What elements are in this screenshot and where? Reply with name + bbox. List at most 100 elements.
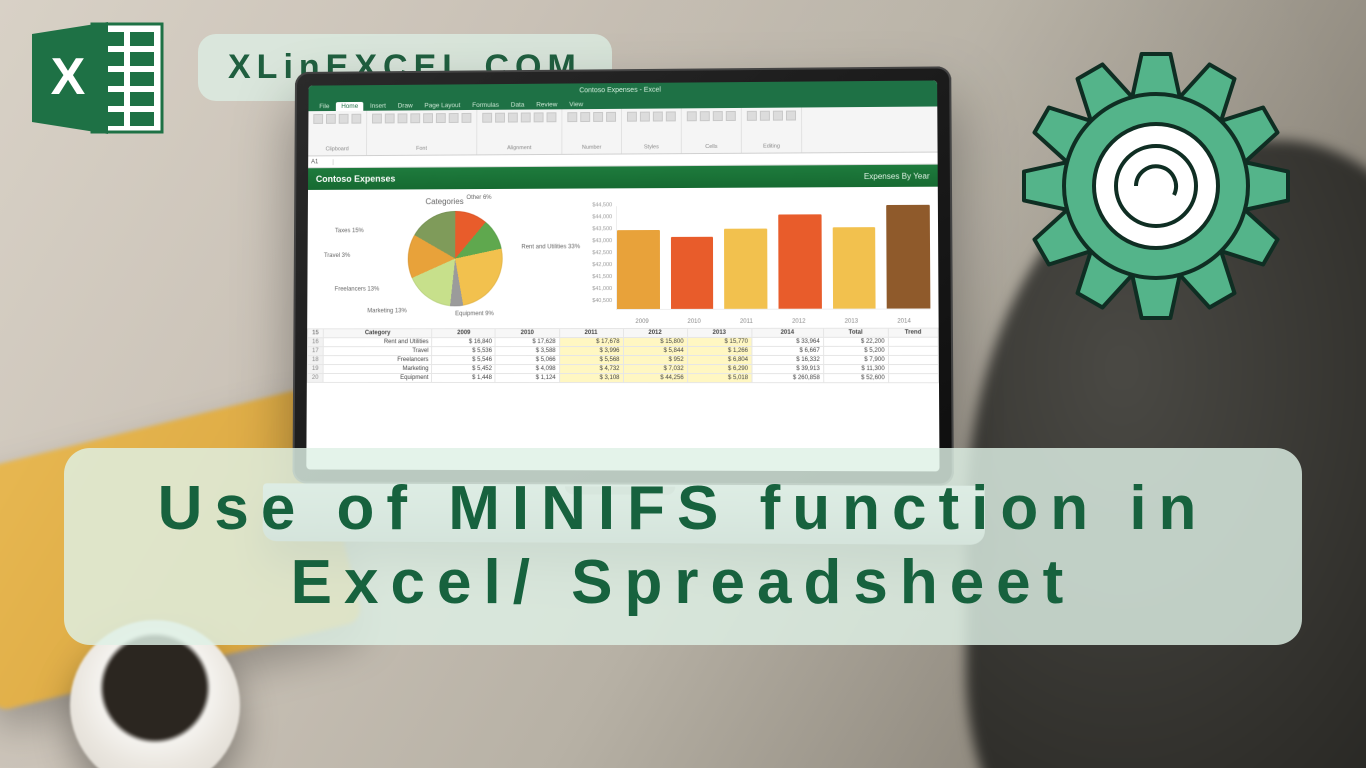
ribbon-button-icon: [449, 113, 459, 123]
row-header: 15: [308, 329, 324, 338]
ribbon-group-label: Cells: [687, 144, 736, 150]
cell: $ 7,032: [623, 365, 687, 374]
ribbon-group: Editing: [742, 107, 802, 152]
col-header: Category: [323, 329, 432, 338]
cell: $ 17,628: [495, 338, 559, 347]
cell: $ 4,098: [495, 365, 559, 374]
ribbon-button-icon: [726, 111, 736, 121]
bar-x-label: 2011: [720, 319, 772, 325]
ribbon-button-icon: [593, 112, 603, 122]
cell: $ 6,667: [752, 346, 824, 355]
col-header: 2010: [496, 329, 560, 338]
pie-title: Categories: [308, 196, 582, 206]
cell: $ 5,452: [432, 365, 495, 374]
bar-x-label: 2012: [773, 319, 825, 325]
ribbon-button-icon: [653, 112, 663, 122]
ribbon-button-icon: [666, 111, 676, 121]
cell: $ 5,066: [495, 356, 559, 365]
ribbon-group: Alignment: [477, 109, 562, 154]
ribbon-button-icon: [410, 113, 420, 123]
cell: $ 7,900: [823, 355, 888, 364]
bar: [778, 215, 821, 309]
dashboard-band: Contoso Expenses Expenses By Year: [308, 165, 938, 190]
name-box: A1: [308, 159, 333, 165]
row-header: 20: [307, 373, 323, 382]
excel-logo-icon: X: [30, 18, 170, 138]
cell: $ 952: [623, 356, 687, 365]
ribbon-button-icon: [687, 111, 697, 121]
ribbon-button-icon: [713, 111, 723, 121]
ribbon-button-icon: [482, 113, 492, 123]
ribbon-group: Number: [562, 109, 622, 154]
cell: $ 22,200: [823, 337, 888, 346]
cell: Freelancers: [323, 356, 432, 365]
bar: [724, 229, 767, 309]
ribbon-button-icon: [339, 114, 349, 124]
pie-slice-label: Taxes 15%: [335, 228, 364, 234]
row-header: 17: [307, 347, 323, 356]
cell: $ 5,844: [623, 346, 687, 355]
col-header: Trend: [888, 328, 938, 337]
bar: [671, 237, 714, 309]
bar-y-tick: $41,500: [584, 274, 612, 280]
cell: Travel: [323, 347, 432, 356]
cell: $ 5,546: [432, 356, 495, 365]
cell: [888, 355, 938, 364]
cell: [888, 374, 938, 383]
cell: [888, 365, 938, 374]
ribbon-tab: View: [564, 100, 588, 109]
cell: $ 39,913: [752, 365, 824, 374]
ribbon-group-label: Alignment: [482, 145, 556, 151]
ribbon-button-icon: [567, 112, 577, 122]
cell: $ 3,108: [559, 374, 623, 383]
cell: Equipment: [323, 373, 432, 382]
bar-x-label: 2014: [878, 319, 931, 325]
cell: $ 5,200: [823, 346, 888, 355]
ribbon-button-icon: [773, 111, 783, 121]
ribbon-group: Cells: [682, 108, 742, 153]
headline-pill: Use of MINIFS function in Excel/ Spreads…: [64, 448, 1302, 645]
table-row: 19Marketing$ 5,452$ 4,098$ 4,732$ 7,032$…: [307, 365, 938, 374]
pie-slice-label: Freelancers 13%: [335, 287, 380, 293]
pie-body: [408, 211, 503, 307]
ribbon-button-icon: [351, 114, 361, 124]
col-header: Total: [823, 328, 888, 337]
pie-slice-label: Equipment 9%: [455, 311, 494, 317]
bar-y-tick: $40,500: [584, 298, 612, 304]
pie-slice-label: Marketing 13%: [367, 309, 406, 315]
ribbon-button-icon: [786, 111, 796, 121]
ribbon-button-icon: [606, 112, 616, 122]
band-left: Contoso Expenses: [316, 174, 396, 184]
col-header: 2012: [623, 328, 687, 337]
ribbon-button-icon: [398, 113, 408, 123]
ribbon-button-icon: [760, 111, 770, 121]
cell: $ 1,266: [687, 346, 751, 355]
ribbon-button-icon: [700, 111, 710, 121]
ribbon-button-icon: [747, 111, 757, 121]
ribbon-group: Styles: [622, 108, 682, 153]
ribbon-button-icon: [508, 113, 518, 123]
headline-text: Use of MINIFS function in Excel/ Spreads…: [100, 472, 1266, 621]
ribbon-button-icon: [627, 112, 637, 122]
ribbon-tab: Review: [531, 100, 562, 109]
ribbon-button-icon: [495, 113, 505, 123]
bar: [832, 227, 876, 309]
bar-y-tick: $44,000: [584, 214, 612, 220]
bar-y-tick: $44,500: [584, 202, 612, 208]
cell: Marketing: [323, 365, 432, 374]
cell: $ 3,588: [495, 347, 559, 356]
cell: $ 6,804: [687, 355, 751, 364]
ribbon-button-icon: [534, 112, 544, 122]
cell: Rent and Utilities: [323, 338, 432, 347]
band-right: Expenses By Year: [864, 171, 930, 180]
ribbon-group-label: Number: [567, 145, 616, 151]
cell: $ 5,568: [559, 356, 623, 365]
col-header: 2014: [751, 328, 823, 337]
cell: $ 44,256: [623, 374, 687, 383]
ribbon-button-icon: [580, 112, 590, 122]
row-header: 16: [308, 338, 324, 347]
cell: $ 15,770: [687, 337, 751, 346]
cell: $ 16,332: [752, 355, 824, 364]
bar-y-tick: $42,000: [584, 262, 612, 268]
ribbon-tab: Page Layout: [419, 101, 465, 110]
